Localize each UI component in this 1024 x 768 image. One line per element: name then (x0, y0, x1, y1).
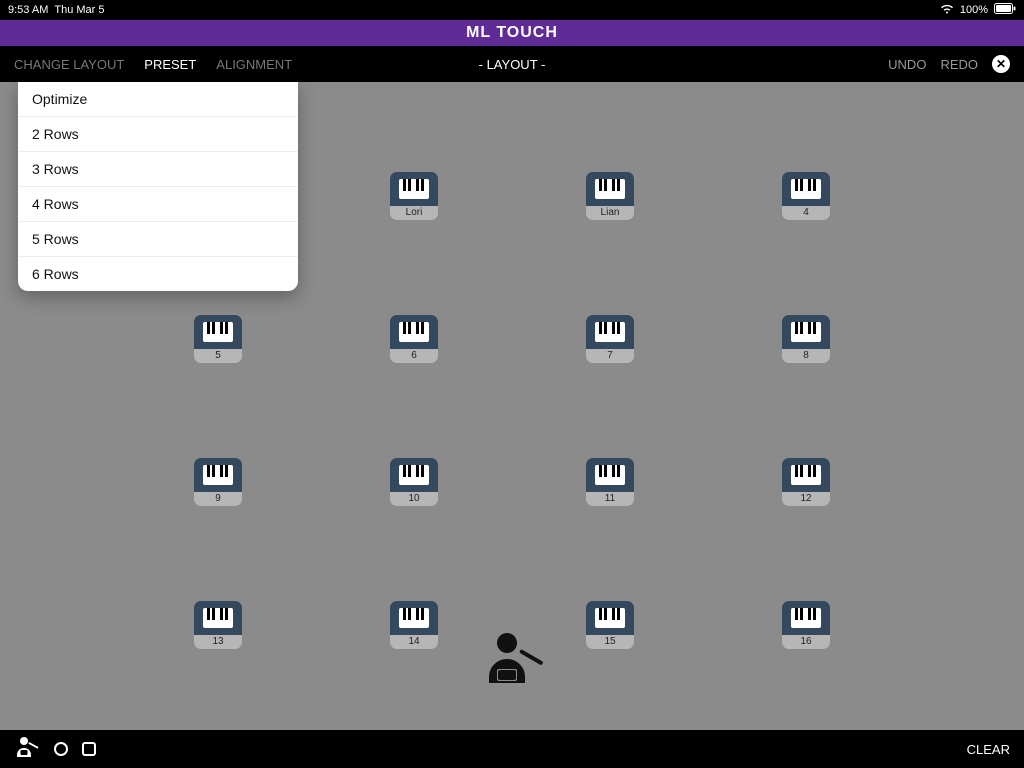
close-icon[interactable]: ✕ (992, 55, 1010, 73)
piano-icon (390, 458, 438, 492)
station-label: 6 (390, 349, 438, 363)
preset-item-4rows[interactable]: 4 Rows (18, 187, 298, 222)
preset-dropdown: Optimize 2 Rows 3 Rows 4 Rows 5 Rows 6 R… (18, 82, 298, 291)
preset-item-3rows[interactable]: 3 Rows (18, 152, 298, 187)
statusbar-date: Thu Mar 5 (54, 4, 104, 16)
bottom-bar: CLEAR (0, 730, 1024, 768)
piano-icon (194, 458, 242, 492)
piano-icon (782, 172, 830, 206)
station-16[interactable]: 16 (782, 601, 830, 649)
station-6[interactable]: 6 (390, 315, 438, 363)
station-label: 14 (390, 635, 438, 649)
square-tool-icon[interactable] (82, 742, 96, 756)
layout-toolbar: CHANGE LAYOUT PRESET ALIGNMENT - LAYOUT … (0, 46, 1024, 82)
station-label: 4 (782, 206, 830, 220)
station-7[interactable]: 7 (586, 315, 634, 363)
station-11[interactable]: 11 (586, 458, 634, 506)
app-title-bar: ML TOUCH (0, 20, 1024, 46)
station-label: 16 (782, 635, 830, 649)
station-2[interactable]: Lori (390, 172, 438, 220)
preset-item-optimize[interactable]: Optimize (18, 82, 298, 117)
piano-icon (586, 601, 634, 635)
piano-icon (390, 315, 438, 349)
station-label: 5 (194, 349, 242, 363)
redo-button[interactable]: REDO (940, 57, 978, 72)
alignment-button[interactable]: ALIGNMENT (216, 57, 292, 72)
piano-icon (782, 315, 830, 349)
station-label: 10 (390, 492, 438, 506)
app-title: ML TOUCH (466, 24, 558, 42)
station-label: 15 (586, 635, 634, 649)
change-layout-button[interactable]: CHANGE LAYOUT (14, 57, 124, 72)
station-label: 7 (586, 349, 634, 363)
station-label: 11 (586, 492, 634, 506)
station-label: 12 (782, 492, 830, 506)
piano-icon (586, 315, 634, 349)
station-10[interactable]: 10 (390, 458, 438, 506)
station-label: 8 (782, 349, 830, 363)
battery-icon (994, 3, 1016, 17)
station-9[interactable]: 9 (194, 458, 242, 506)
piano-icon (390, 172, 438, 206)
station-12[interactable]: 12 (782, 458, 830, 506)
station-label: 13 (194, 635, 242, 649)
conductor-icon[interactable] (475, 629, 549, 700)
layout-canvas[interactable]: Optimize 2 Rows 3 Rows 4 Rows 5 Rows 6 R… (0, 82, 1024, 730)
preset-button[interactable]: PRESET (144, 57, 196, 72)
conductor-tool-icon[interactable] (14, 735, 40, 764)
undo-button[interactable]: UNDO (888, 57, 926, 72)
station-8[interactable]: 8 (782, 315, 830, 363)
piano-icon (782, 601, 830, 635)
station-4[interactable]: 4 (782, 172, 830, 220)
station-label: Lian (586, 206, 634, 220)
piano-icon (390, 601, 438, 635)
statusbar-battery-pct: 100% (960, 4, 988, 16)
preset-item-5rows[interactable]: 5 Rows (18, 222, 298, 257)
wifi-icon (940, 3, 954, 17)
piano-icon (782, 458, 830, 492)
station-3[interactable]: Lian (586, 172, 634, 220)
piano-icon (194, 315, 242, 349)
piano-icon (586, 458, 634, 492)
circle-tool-icon[interactable] (54, 742, 68, 756)
piano-icon (586, 172, 634, 206)
station-13[interactable]: 13 (194, 601, 242, 649)
preset-item-2rows[interactable]: 2 Rows (18, 117, 298, 152)
preset-item-6rows[interactable]: 6 Rows (18, 257, 298, 291)
station-5[interactable]: 5 (194, 315, 242, 363)
status-bar: 9:53 AM Thu Mar 5 100% (0, 0, 1024, 20)
station-label: 9 (194, 492, 242, 506)
station-14[interactable]: 14 (390, 601, 438, 649)
station-label: Lori (390, 206, 438, 220)
clear-button[interactable]: CLEAR (967, 742, 1010, 757)
statusbar-time: 9:53 AM (8, 4, 48, 16)
station-15[interactable]: 15 (586, 601, 634, 649)
piano-icon (194, 601, 242, 635)
